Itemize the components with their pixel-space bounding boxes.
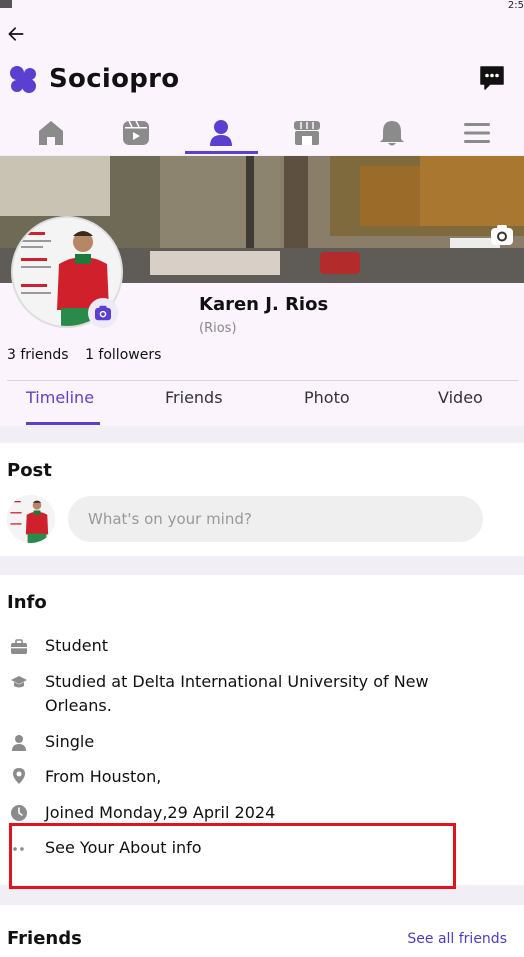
- nav-marketplace[interactable]: [264, 110, 349, 156]
- info-text: Student: [45, 636, 108, 655]
- nav-reels[interactable]: [93, 110, 178, 156]
- avatar-image: [7, 495, 55, 543]
- post-avatar[interactable]: [7, 495, 55, 543]
- tab-friends[interactable]: Friends: [165, 388, 223, 407]
- post-title: Post: [7, 460, 52, 481]
- location-pin-icon: [13, 768, 25, 784]
- status-indicator: [0, 0, 12, 8]
- friends-count[interactable]: 3 friends: [7, 347, 69, 363]
- sociopro-logo-icon: [10, 66, 36, 93]
- profile-name: Karen J. Rios: [199, 294, 329, 315]
- video-reel-icon: [122, 120, 149, 145]
- tab-timeline[interactable]: Timeline: [26, 388, 94, 407]
- nav-profile[interactable]: [179, 110, 264, 156]
- info-text: From Houston,: [45, 767, 162, 786]
- info-title: Info: [7, 592, 47, 613]
- info-text: Single: [45, 732, 95, 751]
- nav-home[interactable]: [8, 110, 93, 156]
- whats-on-your-mind-input[interactable]: What's on your mind?: [68, 496, 483, 542]
- profile-icon: [210, 120, 233, 146]
- see-all-friends-link[interactable]: See all friends: [407, 931, 507, 947]
- status-bar: 2:5: [0, 0, 524, 14]
- status-time: 2:5: [507, 0, 524, 11]
- profile-stats: 3 friends 1 followers: [7, 347, 161, 363]
- hamburger-menu-icon: [464, 123, 491, 143]
- back-arrow-icon[interactable]: [6, 24, 26, 44]
- divider: [7, 380, 518, 381]
- messenger-icon[interactable]: [478, 64, 506, 92]
- store-icon: [293, 121, 320, 145]
- avatar-camera-button[interactable]: [88, 298, 118, 328]
- nav-menu[interactable]: [435, 110, 520, 156]
- app-header: Sociopro: [0, 14, 524, 155]
- friends-title: Friends: [7, 928, 82, 949]
- briefcase-icon: [11, 639, 27, 654]
- main-nav: [8, 110, 520, 156]
- info-text: Joined Monday,29 April 2024: [45, 803, 276, 822]
- tab-video[interactable]: Video: [438, 388, 483, 407]
- nav-notifications[interactable]: [349, 110, 434, 156]
- profile-tabs: Timeline Friends Photo Video: [0, 388, 524, 424]
- graduation-cap-icon: [11, 676, 27, 688]
- app-name: Sociopro: [49, 64, 180, 94]
- person-icon: [12, 735, 26, 751]
- highlight-box: [9, 823, 456, 889]
- bell-icon: [379, 121, 404, 146]
- cover-camera-icon[interactable]: [490, 224, 514, 246]
- clock-icon: [11, 805, 27, 821]
- camera-icon: [95, 305, 111, 321]
- followers-count[interactable]: 1 followers: [85, 347, 161, 363]
- info-text: Studied at Delta International Universit…: [45, 672, 429, 715]
- brand[interactable]: Sociopro: [7, 62, 179, 96]
- tab-photo[interactable]: Photo: [304, 388, 350, 407]
- profile-handle: (Rios): [199, 321, 237, 336]
- active-tab-indicator: [26, 422, 100, 425]
- home-icon: [38, 121, 63, 145]
